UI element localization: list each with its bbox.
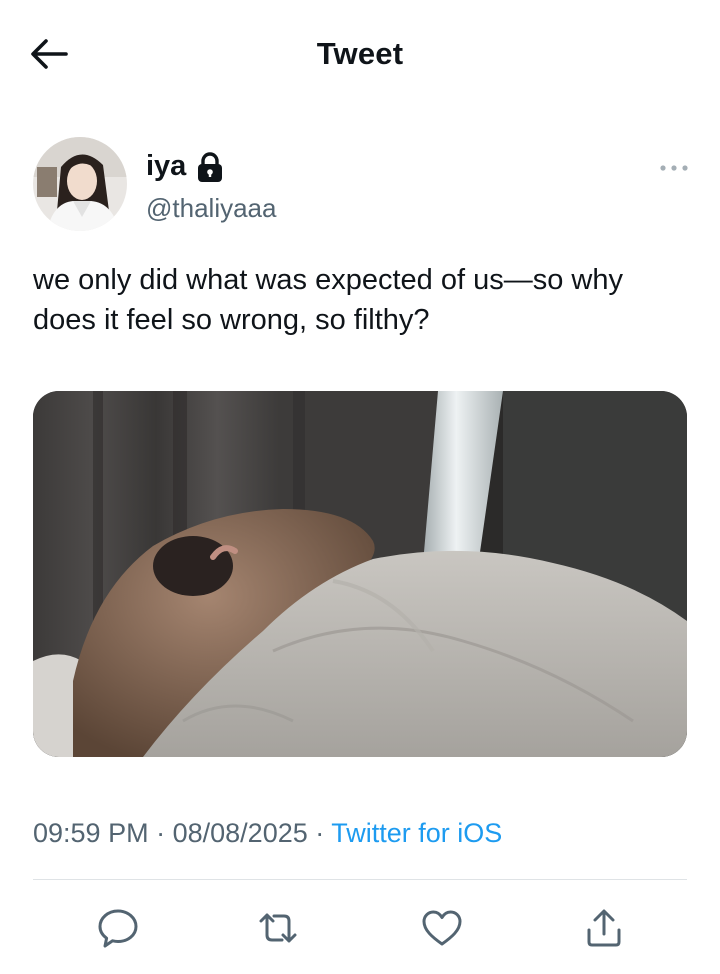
tweet-source-link[interactable]: Twitter for iOS — [331, 818, 502, 848]
lock-icon — [198, 151, 223, 182]
like-button[interactable] — [420, 906, 464, 950]
heart-icon[interactable] — [420, 906, 464, 950]
retweet-icon[interactable] — [256, 906, 300, 950]
divider — [33, 879, 687, 880]
meta-separator: · — [156, 818, 166, 848]
display-name[interactable]: iya — [146, 150, 186, 183]
reply-icon[interactable] — [96, 906, 140, 950]
author-name-row: iya — [146, 150, 224, 183]
tweet-date: 08/08/2025 — [172, 818, 308, 848]
more-horizontal-icon[interactable] — [656, 156, 692, 180]
tweet-time: 09:59 PM — [33, 818, 149, 848]
top-bar: Tweet — [0, 0, 720, 108]
share-button[interactable] — [582, 906, 626, 950]
author-handle[interactable]: @thaliyaaa — [146, 193, 276, 224]
avatar[interactable] — [33, 137, 127, 231]
retweet-button[interactable] — [256, 906, 300, 950]
share-icon[interactable] — [582, 906, 626, 950]
tweet-photo[interactable] — [33, 391, 687, 757]
meta-separator: · — [315, 818, 325, 848]
reply-button[interactable] — [96, 906, 140, 950]
page-title: Tweet — [316, 36, 404, 71]
tweet-meta: 09:59 PM · 08/08/2025 · Twitter for iOS — [33, 818, 502, 849]
tweet-text: we only did what was expected of us—so w… — [33, 264, 623, 336]
